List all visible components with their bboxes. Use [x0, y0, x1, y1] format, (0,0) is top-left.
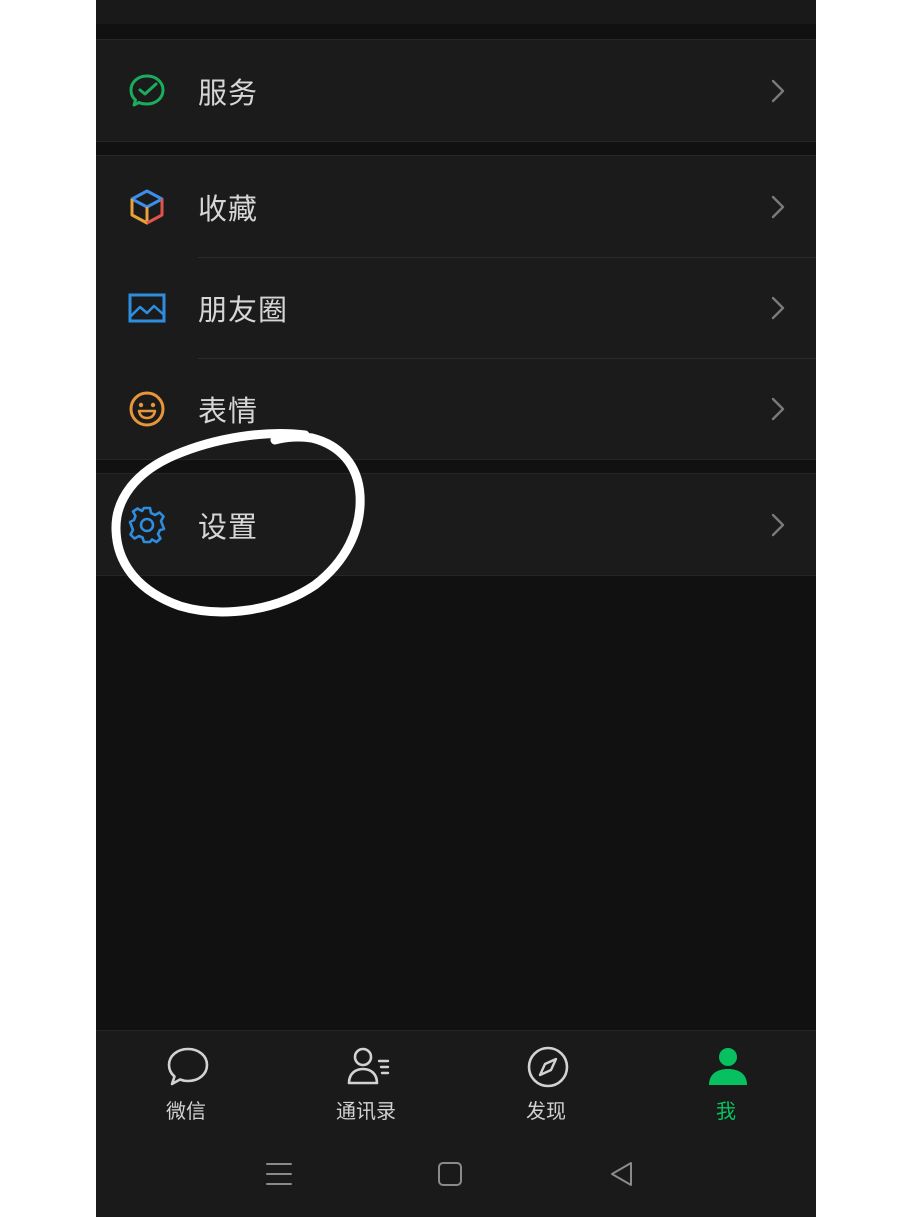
compass-icon — [527, 1046, 569, 1088]
menu-group-service: 服务 — [96, 39, 816, 142]
menu-item-label: 朋友圈 — [198, 292, 289, 327]
bottom-tab-bar: 微信 通讯录 发现 我 — [96, 1030, 816, 1135]
sticker-smile-icon — [127, 389, 167, 429]
chevron-right-icon — [771, 296, 785, 319]
menu-item-stickers[interactable]: 表情 — [96, 358, 816, 459]
home-square-icon[interactable] — [435, 1159, 465, 1189]
menu-item-label: 表情 — [198, 393, 259, 428]
menu-group-personal: 收藏 朋友圈 表情 — [96, 155, 816, 460]
chevron-right-icon — [771, 195, 785, 218]
chevron-right-icon — [771, 513, 785, 536]
tab-label: 发现 — [526, 1099, 566, 1123]
person-icon — [709, 1048, 747, 1085]
contacts-icon — [347, 1047, 390, 1085]
settings-gear-icon — [127, 505, 167, 545]
menu-icon[interactable] — [264, 1159, 294, 1189]
system-nav-bar — [96, 1135, 816, 1217]
tab-label: 通讯录 — [336, 1099, 396, 1123]
chevron-right-icon — [771, 79, 785, 102]
tab-label: 微信 — [166, 1099, 206, 1123]
menu-item-settings[interactable]: 设置 — [96, 474, 816, 575]
phone-screen: 服务 收藏 朋友圈 表情 设置 微信 通讯录 发现 我 — [96, 0, 816, 1217]
moments-picture-icon — [127, 288, 167, 328]
tab-discover[interactable]: 发现 — [486, 1045, 606, 1125]
tab-label: 我 — [716, 1099, 736, 1123]
menu-item-service[interactable]: 服务 — [96, 40, 816, 141]
menu-item-label: 设置 — [198, 509, 259, 544]
tab-chats[interactable]: 微信 — [126, 1045, 246, 1125]
tab-me[interactable]: 我 — [666, 1045, 786, 1125]
menu-item-favorites[interactable]: 收藏 — [96, 156, 816, 257]
chevron-right-icon — [771, 397, 785, 420]
service-icon — [127, 71, 167, 111]
menu-item-label: 服务 — [198, 75, 259, 110]
menu-item-label: 收藏 — [198, 191, 259, 226]
back-triangle-icon[interactable] — [607, 1159, 637, 1189]
profile-header-edge — [96, 0, 816, 24]
chat-bubble-icon — [167, 1047, 209, 1086]
favorites-cube-icon — [127, 187, 167, 227]
menu-group-settings: 设置 — [96, 473, 816, 576]
tab-contacts[interactable]: 通讯录 — [306, 1045, 426, 1125]
menu-item-moments[interactable]: 朋友圈 — [96, 257, 816, 358]
